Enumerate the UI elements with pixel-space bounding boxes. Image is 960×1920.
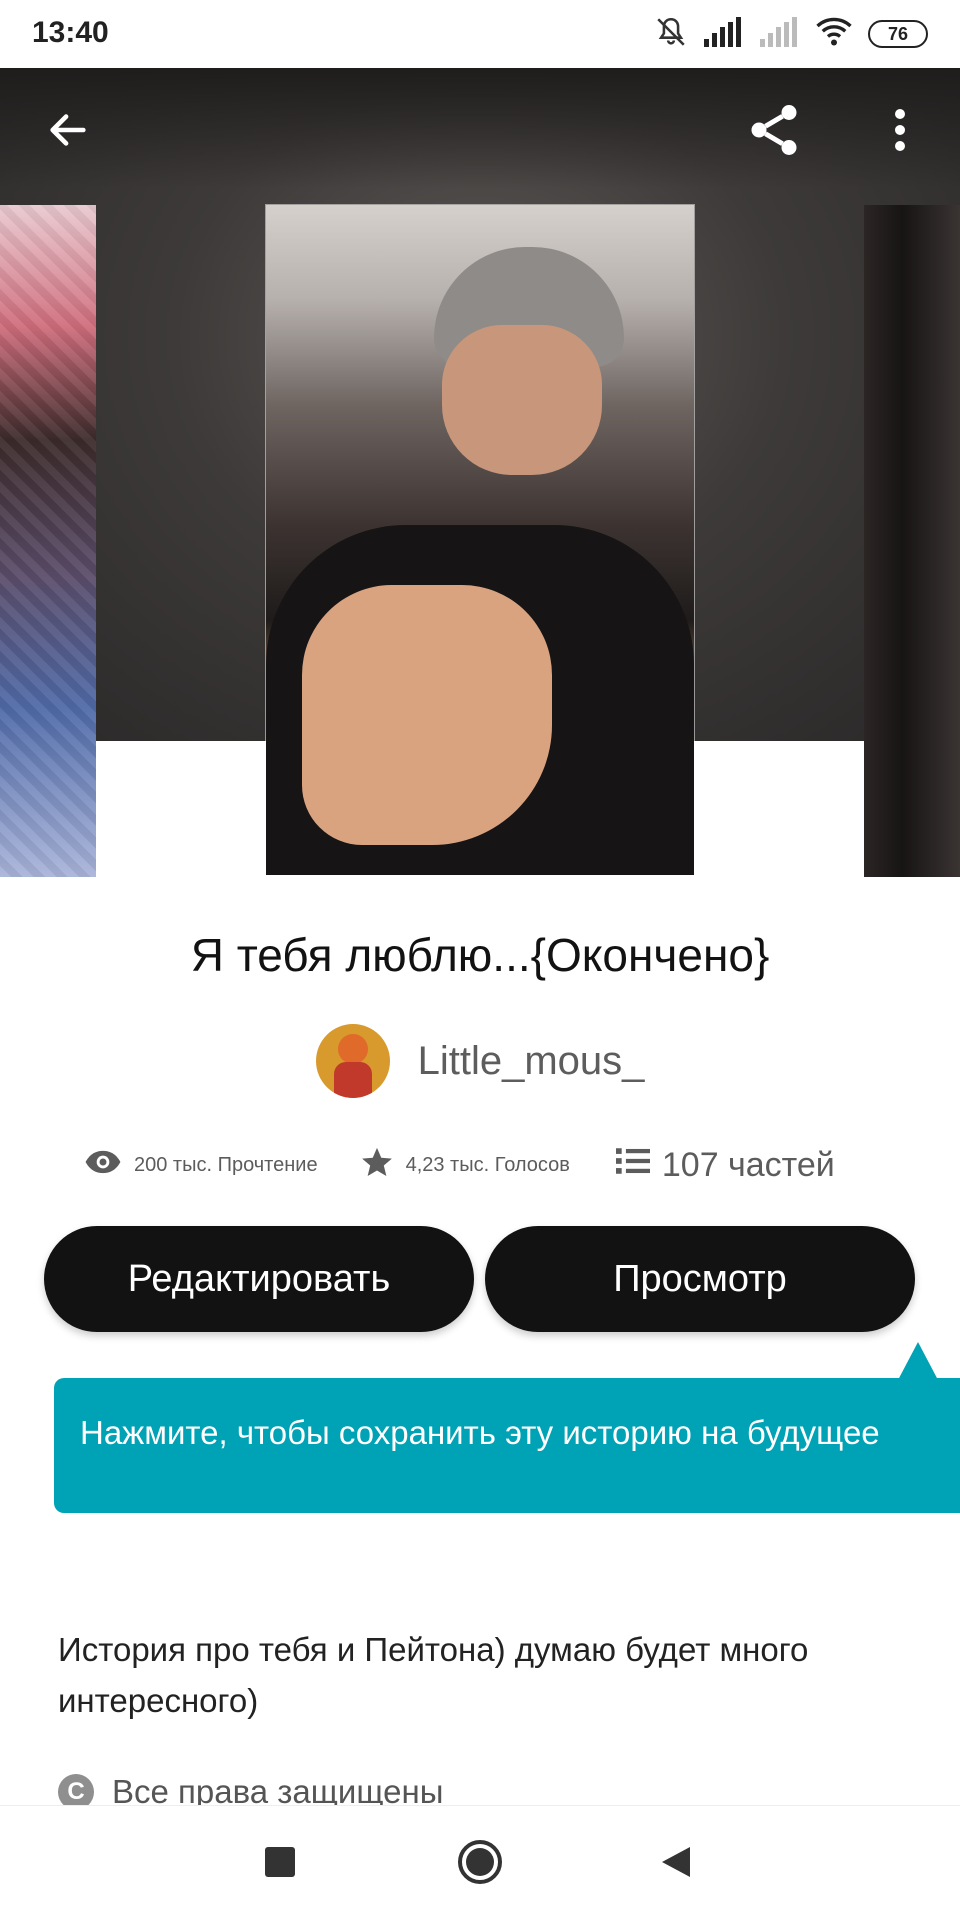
- share-button[interactable]: [742, 100, 806, 164]
- story-cover-main[interactable]: [266, 205, 694, 875]
- wifi-icon: [816, 17, 852, 52]
- share-icon: [744, 100, 804, 165]
- status-icons: 76: [654, 16, 928, 52]
- view-button[interactable]: Просмотр: [485, 1226, 915, 1332]
- cover-hands: [302, 585, 552, 845]
- reads-count: 200 тыс. Прочтение: [134, 1153, 318, 1176]
- status-time: 13:40: [32, 16, 109, 49]
- arrow-left-icon: [45, 107, 91, 158]
- system-back-button[interactable]: [644, 1832, 708, 1896]
- signal-icon: [704, 16, 744, 52]
- story-stats: 200 тыс. Прочтение 4,23 тыс. Голосов 107…: [84, 1140, 884, 1190]
- hero-shade: [0, 68, 960, 188]
- more-options-button[interactable]: [868, 100, 932, 164]
- story-title: Я тебя люблю...{Окончено}: [190, 929, 770, 981]
- save-story-tooltip[interactable]: Нажмите, чтобы сохранить эту историю на …: [54, 1378, 960, 1513]
- status-bar: 13:40 76: [0, 0, 960, 68]
- home-button[interactable]: [448, 1832, 512, 1896]
- signal-empty-icon: [760, 16, 800, 52]
- back-button[interactable]: [36, 100, 100, 164]
- votes-count: 4,23 тыс. Голосов: [405, 1153, 570, 1176]
- list-icon: [615, 1146, 650, 1185]
- star-icon: [360, 1145, 394, 1185]
- bell-muted-icon: [654, 15, 688, 54]
- eye-icon: [84, 1149, 122, 1181]
- edit-button[interactable]: Редактировать: [44, 1226, 474, 1332]
- parts-count: 107 частей: [661, 1145, 835, 1184]
- tooltip-text: Нажмите, чтобы сохранить эту историю на …: [80, 1414, 880, 1451]
- story-cover-next[interactable]: [864, 205, 960, 877]
- home-icon: [456, 1838, 504, 1891]
- battery-icon: 76: [868, 20, 928, 48]
- tooltip-arrow: [898, 1342, 938, 1380]
- author-avatar[interactable]: [315, 1024, 390, 1098]
- story-cover-previous[interactable]: [0, 205, 96, 877]
- back-triangle-icon: [660, 1845, 692, 1884]
- recents-button[interactable]: [248, 1832, 312, 1896]
- stat-votes: 4,23 тыс. Голосов: [360, 1145, 570, 1185]
- author-row[interactable]: Little_mous_: [0, 1024, 960, 1098]
- recents-icon: [265, 1846, 295, 1882]
- cover-face: [442, 325, 602, 475]
- system-nav-bar: [0, 1805, 960, 1920]
- stat-parts: 107 частей: [615, 1145, 835, 1185]
- stat-reads: 200 тыс. Прочтение: [84, 1149, 318, 1181]
- story-description: История про тебя и Пейтона) думаю будет …: [58, 1631, 809, 1719]
- more-vertical-icon: [893, 107, 907, 158]
- author-name[interactable]: Little_mous_: [418, 1039, 645, 1084]
